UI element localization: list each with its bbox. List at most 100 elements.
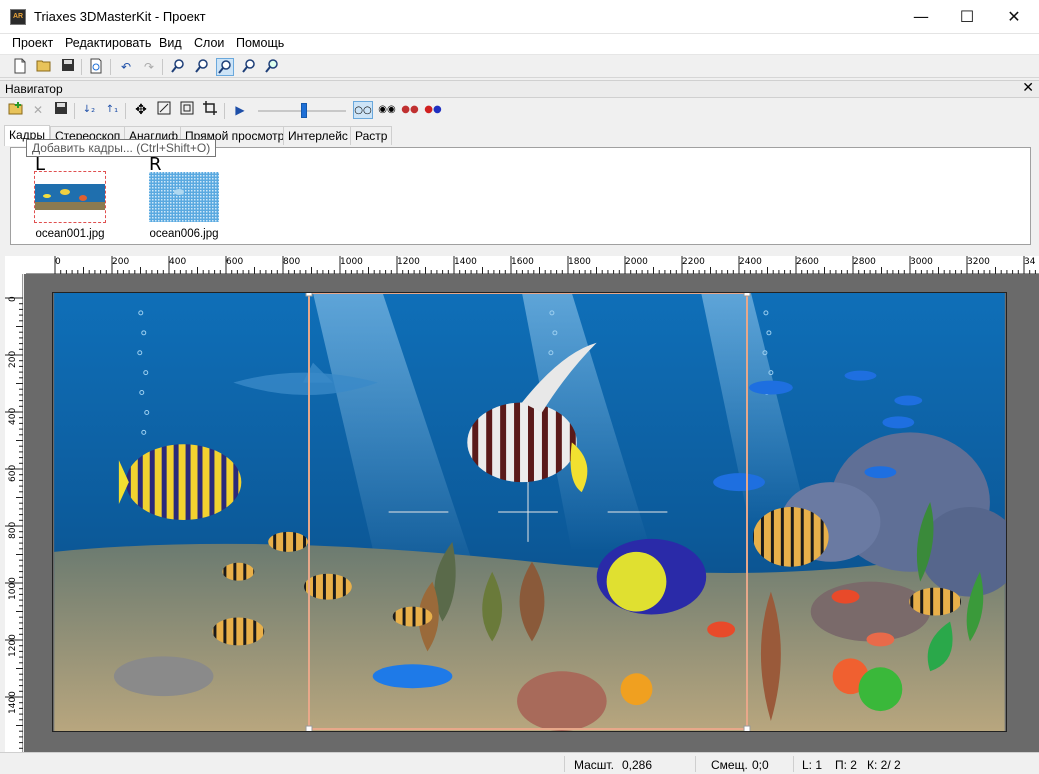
ruler-h-label: 1400 [454, 257, 477, 267]
toolbar-separator [110, 59, 111, 75]
canvas-workarea[interactable] [24, 274, 1039, 752]
menu-edit[interactable]: Редактировать [65, 36, 151, 50]
ruler-v-label: 600 [8, 464, 18, 482]
rotate-icon[interactable] [155, 101, 173, 119]
ruler-h-label: 3200 [967, 257, 990, 267]
ruler-h-label: 3000 [910, 257, 933, 267]
toolbar-separator [125, 103, 126, 119]
ruler-v-label: 800 [8, 521, 18, 539]
ruler-h-label: 0 [55, 257, 61, 267]
horizontal-ruler: 0 200 400 600 800 1000 1200 1400 1600 18… [26, 256, 1039, 274]
scale-value: 0,286 [622, 758, 653, 772]
close-window-button[interactable]: ✕ [991, 0, 1037, 34]
maximize-button[interactable]: ☐ [944, 0, 990, 34]
ruler-v-label: 1400 [8, 691, 18, 714]
zoom-out-icon[interactable] [193, 58, 211, 76]
play-icon[interactable]: ▶ [231, 101, 249, 119]
navigator-title: Навигатор [5, 82, 63, 96]
status-separator [564, 756, 565, 772]
zoom-fit-icon[interactable] [216, 58, 234, 76]
frame-slider-thumb[interactable] [300, 103, 307, 118]
app-icon: AR [10, 9, 26, 25]
open-folder-icon[interactable] [35, 58, 53, 76]
ruler-h-label: 600 [226, 257, 244, 267]
menu-view[interactable]: Вид [159, 36, 182, 50]
new-file-icon[interactable] [11, 58, 29, 76]
ruler-h-label: 1000 [340, 257, 363, 267]
ocean-thumbnail-image [35, 172, 105, 222]
minimize-button[interactable]: — [898, 0, 944, 34]
toolbar-separator [74, 103, 75, 119]
frame-filename-left: ocean001.jpg [35, 228, 105, 240]
delete-frame-icon[interactable]: ✕ [29, 101, 47, 119]
move-icon[interactable]: ✥ [132, 101, 150, 119]
zoom-in-icon[interactable] [169, 58, 187, 76]
ruler-v-label: 400 [8, 407, 18, 425]
ruler-h-label: 2400 [739, 257, 762, 267]
ruler-v-label: 1200 [8, 634, 18, 657]
ruler-v-label: 1000 [8, 577, 18, 600]
sort-ascending-icon[interactable]: ↓₂ [80, 101, 98, 119]
ocean-scene-image[interactable] [52, 292, 1007, 732]
menu-help[interactable]: Помощь [236, 36, 284, 50]
ruler-h-label: 2200 [682, 257, 705, 267]
navigator-close-button[interactable]: ✕ [1022, 80, 1034, 96]
redo-icon[interactable]: ↷ [140, 58, 158, 76]
ruler-v-label: 200 [8, 350, 18, 368]
window-title: Triaxes 3DMasterKit - Проект [34, 9, 206, 24]
add-frames-tooltip: Добавить кадры... (Ctrl+Shift+O) [26, 139, 217, 157]
vertical-ruler-ticks [5, 297, 23, 749]
anaglyph-mode-2-icon[interactable]: ●● [423, 101, 443, 119]
ruler-h-label: 800 [283, 257, 301, 267]
menu-project[interactable]: Проект [12, 36, 53, 50]
frame-thumbnail-right[interactable]: R [149, 154, 219, 222]
zoom-page-icon[interactable] [263, 58, 281, 76]
save-frames-icon[interactable] [52, 101, 70, 119]
print-preview-icon[interactable] [87, 58, 105, 76]
stereo-mode-2-icon[interactable]: ◉◉ [377, 101, 397, 119]
undo-icon[interactable]: ↶ [117, 58, 135, 76]
ruler-h-label: 1800 [568, 257, 591, 267]
layer-p-value: П: 2 [835, 758, 857, 772]
title-bar: AR Triaxes 3DMasterKit - Проект — ☐ ✕ [0, 0, 1039, 34]
navigator-toolbar: ✕ ↓₂ ↑₁ ✥ ▶ ○○ ◉◉ ●● ●● [0, 98, 1039, 124]
status-separator [793, 756, 794, 772]
offset-label: Смещ. [711, 758, 748, 772]
status-separator [695, 756, 696, 772]
main-toolbar: ↶ ↷ [0, 54, 1039, 78]
anaglyph-mode-1-icon[interactable]: ●● [400, 101, 420, 119]
toolbar-separator [81, 59, 82, 75]
status-bar: Масшт. 0,286 Смещ. 0;0 L: 1 П: 2 К: 2/ 2 [0, 752, 1039, 774]
ruler-h-label: 1600 [511, 257, 534, 267]
vertical-ruler: 0 200 400 600 800 1000 1200 1400 [5, 274, 23, 752]
menu-bar: Проект Редактировать Вид Слои Помощь [0, 34, 1039, 54]
ruler-corner [5, 256, 26, 274]
add-frames-icon[interactable] [7, 101, 25, 119]
zoom-width-icon[interactable] [240, 58, 258, 76]
ruler-h-label: 34 [1024, 257, 1036, 267]
crop-icon[interactable] [201, 101, 219, 119]
ocean-thumbnail-image [149, 172, 219, 222]
stereo-mode-1-icon[interactable]: ○○ [353, 101, 373, 119]
frames-panel: L ocean001.jpg R ocean006.jpg [10, 147, 1031, 245]
ruler-v-label: 0 [8, 296, 18, 302]
ruler-h-label: 2000 [625, 257, 648, 267]
navigator-header: Навигатор ✕ [0, 80, 1039, 98]
menu-layers[interactable]: Слои [194, 36, 224, 50]
tab-raster[interactable]: Растр [350, 126, 393, 145]
frame-thumbnail-left[interactable]: L [34, 154, 106, 223]
scale-icon[interactable] [178, 101, 196, 119]
ruler-h-label: 200 [112, 257, 130, 267]
ruler-h-label: 1200 [397, 257, 420, 267]
sort-descending-icon[interactable]: ↑₁ [103, 101, 121, 119]
save-icon[interactable] [59, 58, 77, 76]
layer-l-value: L: 1 [802, 758, 823, 772]
ruler-h-label: 2800 [853, 257, 876, 267]
toolbar-separator [162, 59, 163, 75]
ruler-h-label: 400 [169, 257, 187, 267]
tab-interlace[interactable]: Интерлейс [283, 126, 353, 145]
ruler-h-label: 2600 [796, 257, 819, 267]
frame-filename-right: ocean006.jpg [149, 228, 219, 240]
frame-count-value: К: 2/ 2 [867, 758, 901, 772]
offset-value: 0;0 [752, 758, 769, 772]
